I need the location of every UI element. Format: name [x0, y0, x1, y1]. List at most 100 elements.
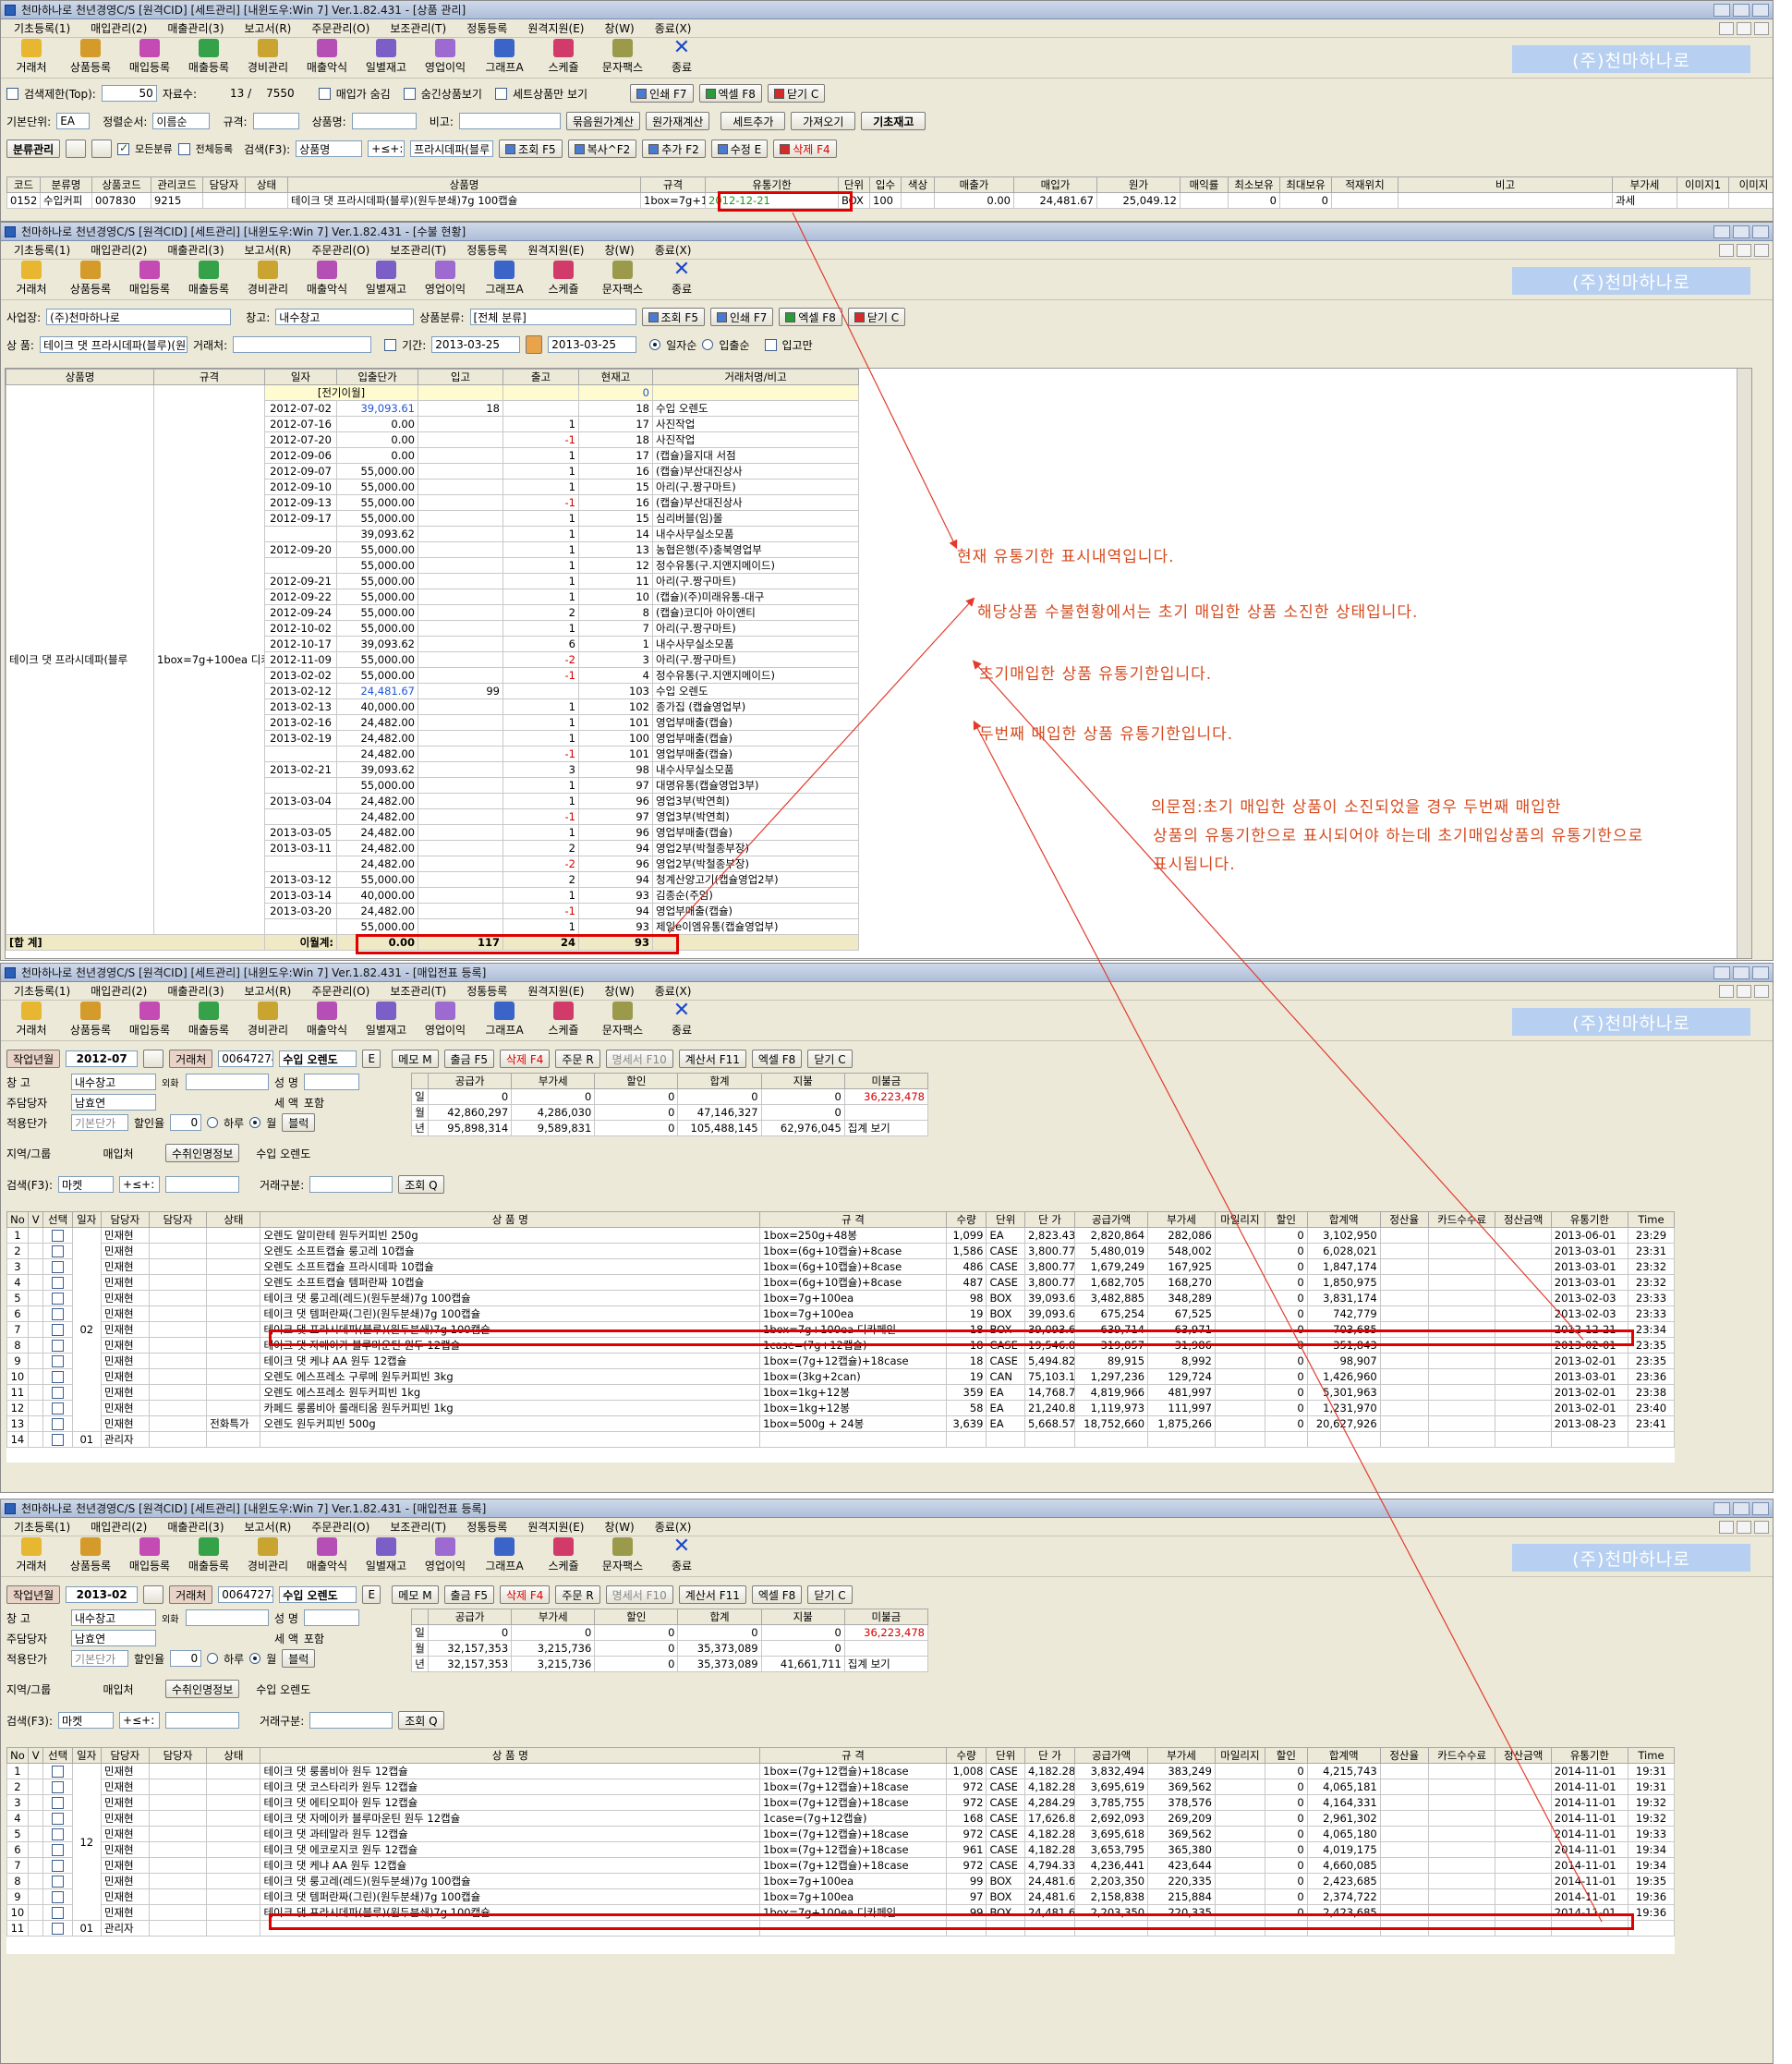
- toolbar-purchase-button[interactable]: 매입등록: [125, 261, 175, 299]
- category-manage-button[interactable]: 분류관리: [6, 140, 61, 158]
- query-button[interactable]: 조회 Q: [398, 1711, 444, 1730]
- table-row[interactable]: 3 민재현 테이크 댓 에티오피아 원두 12캡슐 1box=(7g+12캡슐)+18…: [6, 1794, 1675, 1811]
- toolbar-profit-button[interactable]: 영업이익: [420, 39, 470, 78]
- toolbar-purchase-button[interactable]: 매입등록: [125, 39, 175, 78]
- discount-input[interactable]: 0: [170, 1650, 202, 1667]
- row-checkbox[interactable]: [52, 1813, 65, 1825]
- table-row[interactable]: 4 민재현 오렌도 소프트캡슐 템퍼란짜 10캡슐 1box=(6g+10캡슐)+8c…: [6, 1274, 1675, 1291]
- toolbar-expense-button[interactable]: 경비관리: [243, 1537, 293, 1576]
- order-by-io-radio[interactable]: [702, 339, 714, 350]
- toolbar-sales-button[interactable]: 매출등록: [184, 1537, 234, 1576]
- mdi-restore-icon[interactable]: [1737, 1520, 1751, 1534]
- maximize-icon[interactable]: [1733, 1501, 1750, 1515]
- minimize-icon[interactable]: [1713, 965, 1730, 979]
- foreign-input[interactable]: [186, 1074, 269, 1090]
- menu-item[interactable]: 매입관리(2): [91, 1519, 147, 1535]
- mdi-minimize-icon[interactable]: [1719, 1520, 1734, 1534]
- menu-item[interactable]: 보고서(R): [245, 1519, 292, 1535]
- menu-item[interactable]: 매입관리(2): [91, 983, 147, 999]
- monthly-radio[interactable]: [249, 1653, 261, 1664]
- sort-select[interactable]: 이름순: [152, 113, 211, 129]
- business-select[interactable]: (주)천마하나로: [46, 309, 232, 325]
- mdi-minimize-icon[interactable]: [1719, 21, 1734, 35]
- set-add-button[interactable]: 세트추가: [720, 112, 786, 130]
- close-icon[interactable]: [1752, 965, 1769, 979]
- menu-item[interactable]: 매입관리(2): [91, 20, 147, 36]
- hide-purchase-price-checkbox[interactable]: [318, 87, 331, 100]
- table-row[interactable]: 4 민재현 테이크 댓 자메이카 블루마운틴 원두 12캡슐 1case=(7g+12…: [6, 1810, 1675, 1827]
- row-checkbox[interactable]: [52, 1781, 65, 1793]
- toolbar-exit-button[interactable]: ✕ 종료: [657, 38, 707, 78]
- table-row[interactable]: 9 민재현 테이크 댓 템퍼란짜(그린)(원두분쇄)7g 100캡슐 1box=7g+…: [6, 1888, 1675, 1905]
- minimize-icon[interactable]: [1713, 1501, 1730, 1515]
- menu-item[interactable]: 정통등록: [466, 983, 507, 999]
- toolbar-sales-form-button[interactable]: 매출악식: [302, 261, 352, 299]
- apply-price-select[interactable]: 기본단가: [71, 1114, 128, 1131]
- menu-item[interactable]: 매출관리(3): [167, 983, 224, 999]
- toolbar-schedule-button[interactable]: 스케쥴: [539, 39, 588, 78]
- row-checkbox[interactable]: [52, 1891, 65, 1903]
- table-row[interactable]: 10 민재현 오렌도 에스프레소 구루메 원두커피빈 3kg 1box=(3kg+2c…: [6, 1368, 1675, 1385]
- close-icon[interactable]: [1752, 3, 1769, 17]
- search-op-select[interactable]: +≤+:: [368, 140, 406, 157]
- toolbar-vendor-button[interactable]: 거래처: [6, 1002, 56, 1040]
- warehouse-select[interactable]: 내수창고: [275, 309, 415, 325]
- summary-view-select[interactable]: 집계 보기: [843, 1656, 929, 1672]
- toolbar-sms-button[interactable]: 문자팩스: [598, 39, 648, 78]
- name-input[interactable]: [303, 1074, 359, 1090]
- toolbar-daily-stock-button[interactable]: 일별재고: [361, 39, 411, 78]
- toolbar-expense-button[interactable]: 경비관리: [243, 261, 293, 299]
- toolbar-exit-button[interactable]: ✕ 종료: [657, 260, 707, 299]
- menu-item[interactable]: 주문관리(O): [311, 1519, 369, 1535]
- statement-button[interactable]: 명세서 F10: [605, 1585, 673, 1604]
- row-checkbox[interactable]: [52, 1860, 65, 1872]
- memo-input[interactable]: [458, 113, 561, 129]
- menu-item[interactable]: 정통등록: [466, 20, 507, 36]
- mdi-close-icon[interactable]: [1754, 1520, 1769, 1534]
- table-row[interactable]: 8 민재현 테이크 댓 룽고레(레드)(원두분쇄)7g 100캡슐 1box=7g+1…: [6, 1873, 1675, 1889]
- toolbar-schedule-button[interactable]: 스케쥴: [539, 1537, 588, 1576]
- menu-item[interactable]: 종료(X): [655, 1519, 692, 1535]
- table-row[interactable]: 2 민재현 테이크 댓 코스타리카 원두 12캡슐 1box=(7g+12캡슐)+18…: [6, 1779, 1675, 1795]
- deal-type-select[interactable]: [309, 1176, 394, 1193]
- row-checkbox[interactable]: [52, 1230, 65, 1242]
- row-checkbox[interactable]: [52, 1434, 65, 1446]
- excel-button[interactable]: 엑셀 F8: [751, 1050, 803, 1068]
- menu-item[interactable]: 창(W): [604, 1519, 634, 1535]
- maximize-icon[interactable]: [1733, 225, 1750, 238]
- menu-item[interactable]: 보고서(R): [245, 20, 292, 36]
- out-payment-button[interactable]: 출금 F5: [443, 1585, 494, 1604]
- menu-item[interactable]: 종료(X): [655, 983, 692, 999]
- toolbar-vendor-button[interactable]: 거래처: [6, 39, 56, 78]
- block-button[interactable]: 블럭: [282, 1113, 316, 1132]
- menu-item[interactable]: 종료(X): [655, 20, 692, 36]
- menu-item[interactable]: 주문관리(O): [311, 983, 369, 999]
- apply-price-select[interactable]: 기본단가: [71, 1650, 128, 1667]
- search-field-select[interactable]: 마켓: [58, 1712, 115, 1729]
- toolbar-sms-button[interactable]: 문자팩스: [598, 261, 648, 299]
- table-row[interactable]: 9 민재현 테이크 댓 케냐 AA 원두 12캡슐 1box=(7g+12캡슐)+18…: [6, 1353, 1675, 1369]
- staff-input[interactable]: 남효연: [71, 1094, 156, 1111]
- mdi-close-icon[interactable]: [1754, 243, 1769, 257]
- menu-item[interactable]: 창(W): [604, 242, 634, 258]
- menu-item[interactable]: 창(W): [604, 20, 634, 36]
- bill-button[interactable]: 계산서 F11: [678, 1585, 746, 1604]
- table-row[interactable]: 7 민재현 테이크 댓 케냐 AA 원두 12캡슐 1box=(7g+12캡슐)+18…: [6, 1857, 1675, 1874]
- bill-button[interactable]: 계산서 F11: [678, 1050, 746, 1068]
- deal-type-select[interactable]: [309, 1712, 394, 1729]
- vendor-edit-button[interactable]: E: [362, 1585, 381, 1604]
- foreign-input[interactable]: [186, 1609, 269, 1626]
- vendor-name-input[interactable]: 수입 오렌도: [279, 1586, 357, 1603]
- close-button[interactable]: 닫기 C: [807, 1050, 853, 1068]
- toolbar-sales-form-button[interactable]: 매출악식: [302, 1537, 352, 1576]
- new-doc-icon[interactable]: [66, 140, 87, 158]
- row-checkbox[interactable]: [52, 1402, 65, 1414]
- row-checkbox[interactable]: [52, 1308, 65, 1320]
- row-checkbox[interactable]: [52, 1797, 65, 1809]
- block-button[interactable]: 블럭: [282, 1649, 316, 1668]
- menu-item[interactable]: 기초등록(1): [14, 242, 70, 258]
- month-input[interactable]: 2012-07: [66, 1050, 139, 1067]
- menu-item[interactable]: 기초등록(1): [14, 1519, 70, 1535]
- table-row[interactable]: 0152 수입커피 007830 9215 테이크 댓 프라시데파(블루)(원두분쇄)7…: [6, 192, 1773, 209]
- table-row[interactable]: 14 01 관리자: [6, 1431, 1675, 1448]
